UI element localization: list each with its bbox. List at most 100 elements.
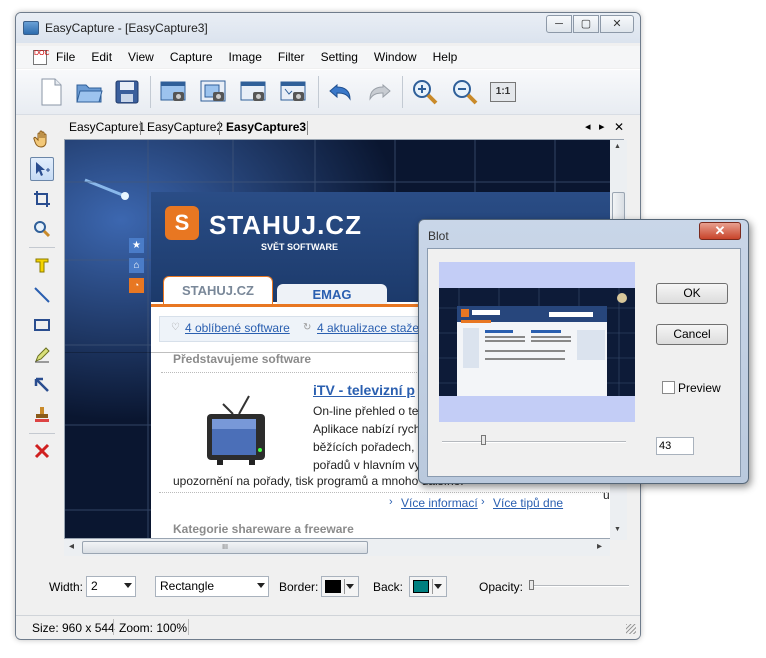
border-color-swatch <box>325 580 341 593</box>
preview-frame <box>439 262 635 422</box>
menu-help[interactable]: Help <box>433 50 458 64</box>
text-icon[interactable] <box>30 253 54 277</box>
scroll-down-icon[interactable]: ▼ <box>614 526 621 533</box>
bookmark-star-icon: ★ <box>129 238 144 253</box>
image-size-status: Size: 960 x 544 <box>32 621 115 635</box>
redo-icon[interactable] <box>364 77 394 107</box>
opacity-slider[interactable] <box>529 585 629 587</box>
title-bar[interactable]: EasyCapture - [EasyCapture3] ─ ▢ ✕ <box>16 13 640 43</box>
save-icon[interactable] <box>112 77 142 107</box>
border-label: Border: <box>279 580 319 594</box>
arrow-icon[interactable] <box>30 373 54 397</box>
link-updates[interactable]: 4 aktualizace staže <box>317 321 419 335</box>
scroll-right-icon[interactable]: ▸ <box>597 541 602 552</box>
zoom-out-icon[interactable] <box>450 77 480 107</box>
width-select[interactable]: 2 <box>86 576 136 597</box>
menu-window[interactable]: Window <box>374 50 417 64</box>
chevron-down-icon <box>346 584 354 589</box>
tool-palette <box>24 123 62 483</box>
dialog-title: Blot <box>428 229 449 243</box>
tab-stahuj[interactable]: STAHUJ.CZ <box>163 276 273 306</box>
tab-prev-icon[interactable]: ◂ <box>585 120 591 133</box>
crop-icon[interactable] <box>30 187 54 211</box>
opacity-label: Opacity: <box>479 580 524 594</box>
chevron-down-icon <box>434 584 442 589</box>
magnifier-icon[interactable] <box>30 217 54 241</box>
menu-capture[interactable]: Capture <box>170 50 213 64</box>
actual-size-icon[interactable]: 1:1 <box>488 77 518 107</box>
new-document-icon[interactable] <box>36 77 66 107</box>
section-categories-heading: Kategorie shareware a freeware <box>173 522 354 536</box>
open-folder-icon[interactable] <box>74 77 104 107</box>
opacity-slider-thumb[interactable] <box>529 580 534 590</box>
pointer-icon[interactable] <box>30 157 54 181</box>
zoom-in-icon[interactable] <box>410 77 440 107</box>
dialog-body: OK Cancel Preview 43 <box>427 248 741 477</box>
preview-checkbox[interactable] <box>662 381 675 394</box>
width-label: Width: <box>49 580 84 594</box>
menu-file[interactable]: File <box>56 50 75 64</box>
maximize-button[interactable]: ▢ <box>573 15 599 33</box>
chevron-down-icon <box>257 583 265 588</box>
back-label: Back: <box>373 580 404 594</box>
preview-thumbnail <box>439 288 635 396</box>
tab-emag[interactable]: EMAG <box>277 284 387 306</box>
line-icon[interactable] <box>30 283 54 307</box>
link-more-tips[interactable]: Více tipů dne <box>493 496 563 510</box>
stamp-icon[interactable] <box>30 403 54 427</box>
highlighter-icon[interactable] <box>30 343 54 367</box>
blot-dialog: Blot ✕ OK Cancel Preview 43 <box>418 219 749 484</box>
tab-next-icon[interactable]: ▸ <box>599 120 605 133</box>
hand-icon[interactable] <box>30 127 54 151</box>
heart-icon: ♡ <box>171 322 180 333</box>
close-button[interactable]: ✕ <box>600 15 634 33</box>
horizontal-scroll-thumb[interactable]: III <box>82 541 368 554</box>
menu-edit[interactable]: Edit <box>91 50 112 64</box>
minimize-button[interactable]: ─ <box>546 15 572 33</box>
border-color-picker[interactable] <box>321 576 359 597</box>
tab-easycapture2[interactable]: EasyCapture2 <box>147 120 223 134</box>
menu-setting[interactable]: Setting <box>321 50 358 64</box>
capture-region-icon[interactable] <box>238 77 268 107</box>
menu-bar: DOC File Edit View Capture Image Filter … <box>16 46 640 68</box>
blot-strength-slider-thumb[interactable] <box>481 435 487 445</box>
rectangle-icon[interactable] <box>30 313 54 337</box>
zoom-status: Zoom: 100% <box>119 621 188 635</box>
ok-button[interactable]: OK <box>656 283 728 304</box>
back-color-swatch <box>413 580 429 593</box>
tab-easycapture3[interactable]: EasyCapture3 <box>226 120 306 134</box>
refresh-icon: ↻ <box>303 322 312 333</box>
undo-icon[interactable] <box>326 77 356 107</box>
chevron-down-icon <box>124 583 132 588</box>
scroll-up-icon[interactable]: ▲ <box>614 143 621 150</box>
scroll-left-icon[interactable]: ◂ <box>69 541 74 552</box>
resize-grip-icon[interactable] <box>626 624 636 634</box>
back-color-picker[interactable] <box>409 576 447 597</box>
capture-screen-icon[interactable] <box>158 77 188 107</box>
dialog-close-button[interactable]: ✕ <box>699 222 741 240</box>
delete-icon[interactable] <box>30 439 54 463</box>
link-favorite-software[interactable]: 4 oblíbené software <box>185 321 290 335</box>
menu-image[interactable]: Image <box>229 50 262 64</box>
blot-strength-slider[interactable] <box>442 441 626 443</box>
toolbar: 1:1 <box>16 69 640 115</box>
menu-view[interactable]: View <box>128 50 154 64</box>
logo-title: STAHUJ.CZ <box>209 210 362 240</box>
capture-window-icon[interactable] <box>198 77 228 107</box>
shape-select[interactable]: Rectangle <box>155 576 269 597</box>
rss-icon: ◔ <box>129 278 144 293</box>
status-bar: Size: 960 x 544 Zoom: 100% <box>16 615 640 639</box>
capture-scroll-icon[interactable] <box>278 77 308 107</box>
horizontal-scrollbar[interactable]: ◂ III ▸ <box>64 539 610 556</box>
tab-easycapture1[interactable]: EasyCapture1 <box>69 120 145 134</box>
menu-filter[interactable]: Filter <box>278 50 305 64</box>
blot-strength-value[interactable]: 43 <box>656 437 694 455</box>
side-text: u <box>603 488 610 502</box>
window-title: EasyCapture - [EasyCapture3] <box>45 21 208 35</box>
tab-close-icon[interactable]: ✕ <box>614 120 624 134</box>
preview-label: Preview <box>678 381 721 395</box>
home-icon: ⌂ <box>129 258 144 273</box>
document-menu-icon[interactable]: DOC <box>33 50 50 65</box>
cancel-button[interactable]: Cancel <box>656 324 728 345</box>
preview-image <box>439 288 635 396</box>
